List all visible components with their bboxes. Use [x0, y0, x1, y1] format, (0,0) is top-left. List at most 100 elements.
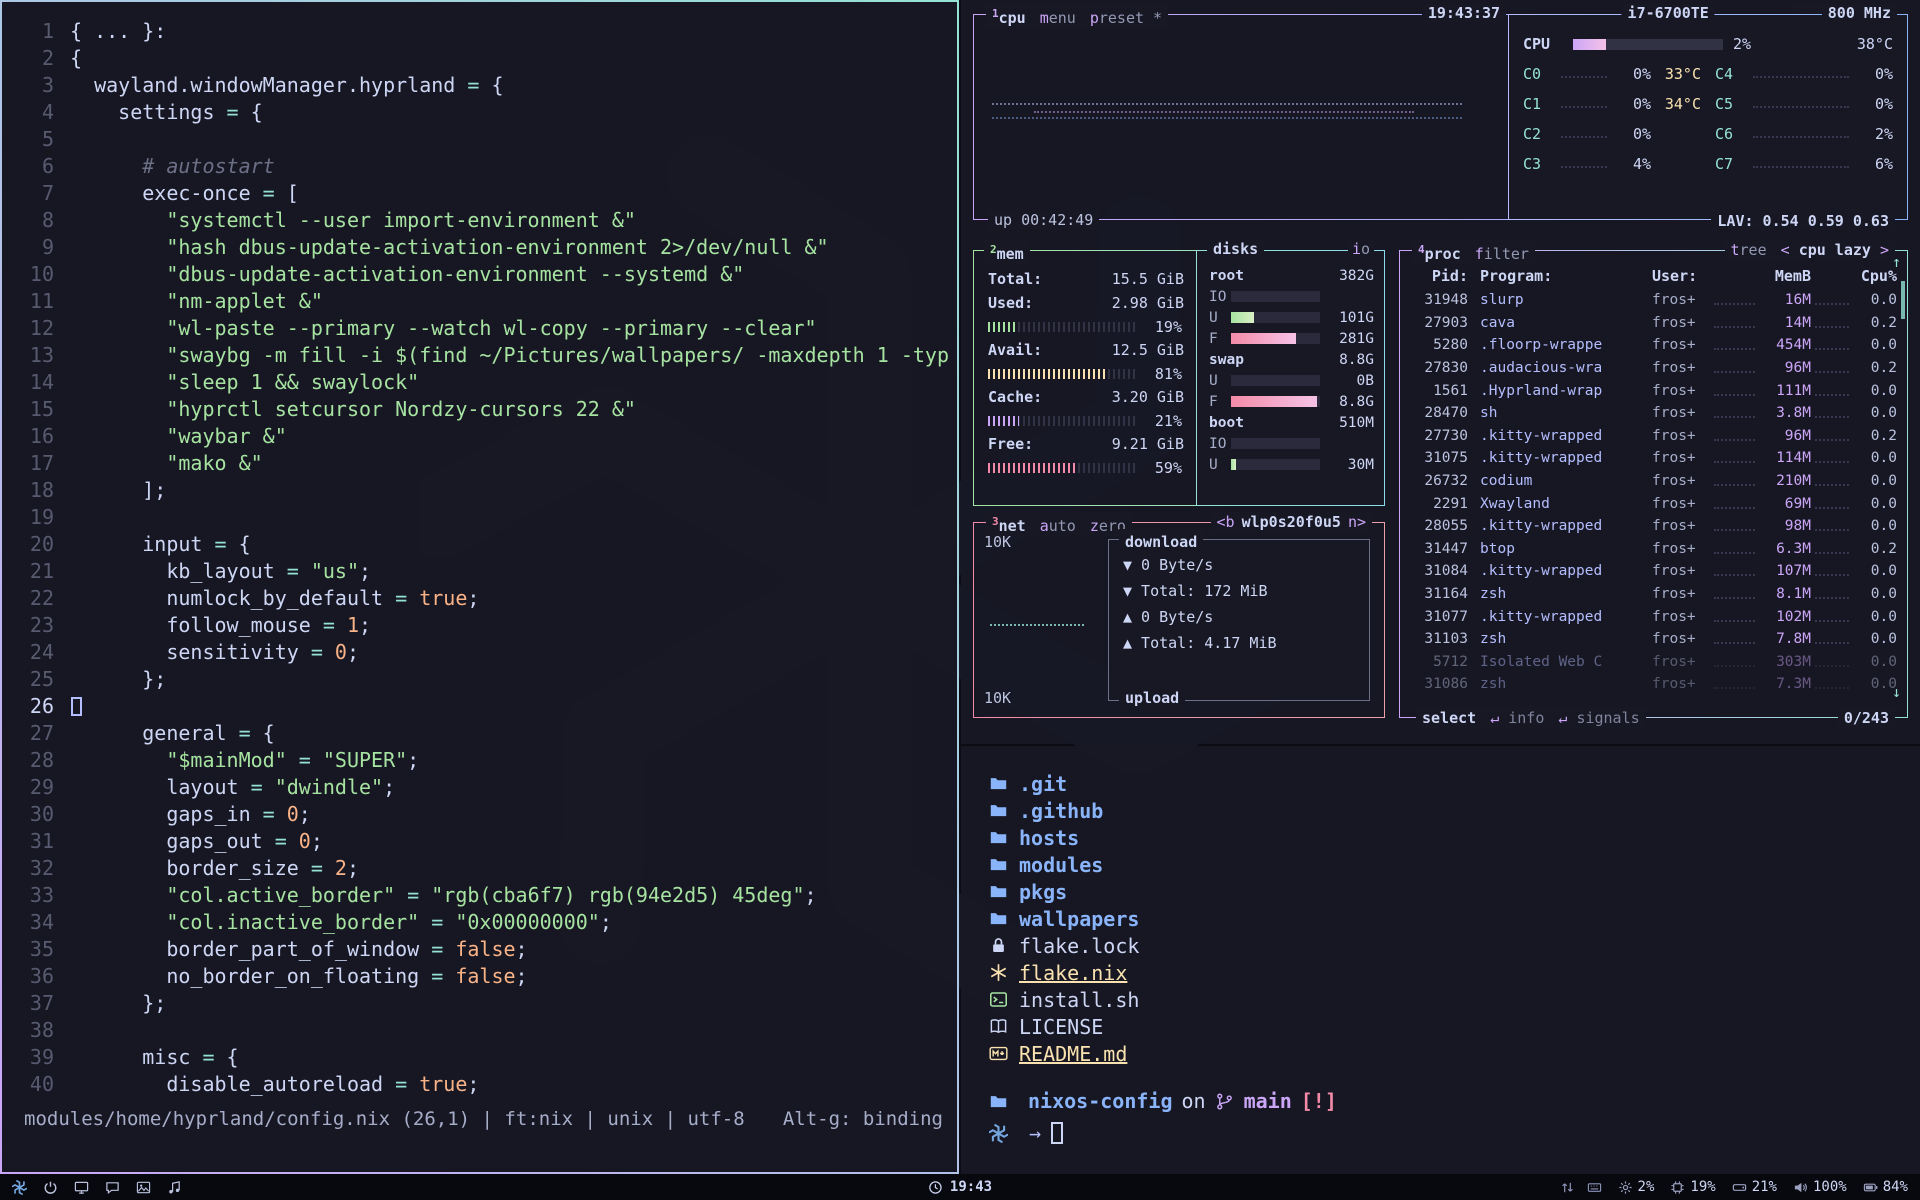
editor-line[interactable]: 25 }; — [12, 666, 951, 693]
process-row[interactable]: 31447btopfros+6.3M0.2 — [1412, 538, 1897, 561]
volume-widget[interactable]: 100% — [1793, 1179, 1847, 1195]
editor-line[interactable]: 1{ ... }: — [12, 18, 951, 45]
scroll-up-indicator[interactable]: ↑ — [1892, 253, 1901, 271]
editor-line[interactable]: 30 gaps_in = 0; — [12, 801, 951, 828]
editor-line[interactable]: 3 wayland.windowManager.hyprland = { — [12, 72, 951, 99]
line-number: 6 — [12, 153, 54, 180]
cpu-usage-widget[interactable]: 2% — [1618, 1179, 1655, 1195]
process-row[interactable]: 31075.kitty-wrappedfros+114M0.0 — [1412, 447, 1897, 470]
editor-line[interactable]: 36 no_border_on_floating = false; — [12, 963, 951, 990]
editor-line[interactable]: 20 input = { — [12, 531, 951, 558]
speaker-icon — [1793, 1180, 1808, 1195]
editor-line[interactable]: 27 general = { — [12, 720, 951, 747]
chat-icon[interactable] — [105, 1180, 120, 1195]
process-row[interactable]: 27730.kitty-wrappedfros+96M0.2 — [1412, 425, 1897, 448]
process-row[interactable]: 5712Isolated Web Cfros+303M0.0 — [1412, 651, 1897, 674]
editor-line[interactable]: 18 ]; — [12, 477, 951, 504]
editor-line[interactable]: 32 border_size = 2; — [12, 855, 951, 882]
process-row[interactable]: 28470shfros+3.8M0.0 — [1412, 402, 1897, 425]
disk-usage-widget[interactable]: 21% — [1732, 1179, 1777, 1195]
editor-line[interactable]: 23 follow_mouse = 1; — [12, 612, 951, 639]
editor-line[interactable]: 33 "col.active_border" = "rgb(cba6f7) rg… — [12, 882, 951, 909]
process-row[interactable]: 27903cavafros+14M0.2 — [1412, 312, 1897, 335]
editor-line[interactable]: 7 exec-once = [ — [12, 180, 951, 207]
process-row[interactable]: 31948slurpfros+16M0.0 — [1412, 289, 1897, 312]
net-prev-interface-button[interactable]: <b — [1217, 512, 1235, 532]
code-text: wayland.windowManager.hyprland = { — [70, 72, 504, 99]
editor-line[interactable]: 8 "systemctl --user import-environment &… — [12, 207, 951, 234]
editor-line[interactable]: 10 "dbus-update-activation-environment -… — [12, 261, 951, 288]
footer-signals-button[interactable]: ↵ signals — [1558, 708, 1639, 728]
scroll-down-indicator[interactable]: ↓ — [1892, 683, 1901, 701]
editor-line[interactable]: 12 "wl-paste --primary --watch wl-copy -… — [12, 315, 951, 342]
filter-button[interactable]: filter — [1475, 244, 1529, 264]
editor-line[interactable]: 11 "nm-applet &" — [12, 288, 951, 315]
display-icon[interactable] — [74, 1180, 89, 1195]
battery-widget[interactable]: 84% — [1863, 1179, 1908, 1195]
menu-button[interactable]: menu — [1040, 8, 1076, 28]
process-row[interactable]: 2291Xwaylandfros+69M0.0 — [1412, 492, 1897, 515]
editor-line[interactable]: 14 "sleep 1 && swaylock" — [12, 369, 951, 396]
nixos-menu-icon[interactable] — [12, 1180, 27, 1195]
editor-line[interactable]: 19 — [12, 504, 951, 531]
editor-window[interactable]: 1{ ... }:2{3 wayland.windowManager.hyprl… — [0, 0, 959, 1174]
editor-line[interactable]: 2{ — [12, 45, 951, 72]
prompt-input-line[interactable]: → — [989, 1119, 1892, 1147]
process-row[interactable]: 27830.audacious-wrafros+96M0.2 — [1412, 357, 1897, 380]
editor-line[interactable]: 16 "waybar &" — [12, 423, 951, 450]
preset-button[interactable]: preset * — [1090, 8, 1162, 28]
footer-select-button[interactable]: select — [1422, 708, 1476, 728]
cpu-total-row: CPU 2% 38°C — [1523, 29, 1893, 59]
sort-prev-button[interactable]: < — [1781, 241, 1790, 259]
editor-line[interactable]: 6 # autostart — [12, 153, 951, 180]
editor-line[interactable]: 21 kb_layout = "us"; — [12, 558, 951, 585]
btop-window[interactable]: 1cpu menu preset * 19:43:37 - 500ms + up… — [961, 0, 1920, 744]
disks-io-toggle[interactable]: io — [1348, 240, 1374, 258]
editor-line[interactable]: 29 layout = "dwindle"; — [12, 774, 951, 801]
clock-widget[interactable]: 19:43 — [928, 1179, 992, 1195]
network-interface: wlp0s20f0u5 — [1242, 512, 1341, 532]
screenshot-icon[interactable] — [136, 1180, 151, 1195]
editor-line[interactable]: 28 "$mainMod" = "SUPER"; — [12, 747, 951, 774]
process-row[interactable]: 31164zshfros+8.1M0.0 — [1412, 583, 1897, 606]
process-row[interactable]: 1561.Hyprland-wrapfros+111M0.0 — [1412, 379, 1897, 402]
editor-line[interactable]: 40 disable_autoreload = true; — [12, 1071, 951, 1098]
editor-line[interactable]: 31 gaps_out = 0; — [12, 828, 951, 855]
music-player-icon[interactable] — [167, 1180, 182, 1195]
editor-line[interactable]: 17 "mako &" — [12, 450, 951, 477]
net-next-interface-button[interactable]: n> — [1348, 512, 1366, 532]
sort-next-button[interactable]: > — [1880, 241, 1889, 259]
net-auto-button[interactable]: auto — [1040, 516, 1076, 536]
editor-line[interactable]: 5 — [12, 126, 951, 153]
editor-line[interactable]: 24 sensitivity = 0; — [12, 639, 951, 666]
editor-line[interactable]: 26 — [12, 693, 951, 720]
keyboard-layout-icon[interactable] — [1587, 1180, 1602, 1195]
editor-line[interactable]: 15 "hyprctl setcursor Nordzy-cursors 22 … — [12, 396, 951, 423]
editor-line[interactable]: 35 border_part_of_window = false; — [12, 936, 951, 963]
footer-info-button[interactable]: ↵ info — [1490, 708, 1544, 728]
process-scrollbar[interactable] — [1901, 281, 1905, 319]
editor-line[interactable]: 22 numlock_by_default = true; — [12, 585, 951, 612]
editor-line[interactable]: 38 — [12, 1017, 951, 1044]
memory-usage-widget[interactable]: 19% — [1670, 1179, 1715, 1195]
terminal-window[interactable]: .git.githubhostsmodulespkgswallpapersfla… — [961, 746, 1920, 1174]
editor-line[interactable]: 9 "hash dbus-update-activation-environme… — [12, 234, 951, 261]
editor-line[interactable]: 37 }; — [12, 990, 951, 1017]
drive-icon — [1732, 1180, 1747, 1195]
editor-line[interactable]: 4 settings = { — [12, 99, 951, 126]
process-row[interactable]: 31103zshfros+7.8M0.0 — [1412, 628, 1897, 651]
power-icon[interactable] — [43, 1180, 58, 1195]
process-row[interactable]: 31086zshfros+7.3M0.0 — [1412, 673, 1897, 696]
editor-line[interactable]: 34 "col.inactive_border" = "0x00000000"; — [12, 909, 951, 936]
network-traffic-icon[interactable] — [1560, 1180, 1575, 1195]
editor-line[interactable]: 39 misc = { — [12, 1044, 951, 1071]
process-row[interactable]: 5280.floorp-wrappefros+454M0.0 — [1412, 334, 1897, 357]
tree-toggle-button[interactable]: tree — [1731, 240, 1767, 260]
process-row[interactable]: 31084.kitty-wrappedfros+107M0.0 — [1412, 560, 1897, 583]
statusline-file-info: modules/home/hyprland/config.nix (26,1) … — [24, 1108, 745, 1130]
process-row[interactable]: 28055.kitty-wrappedfros+98M0.0 — [1412, 515, 1897, 538]
editor-line[interactable]: 13 "swaybg -m fill -i $(find ~/Pictures/… — [12, 342, 951, 369]
process-row[interactable]: 26732codiumfros+210M0.0 — [1412, 470, 1897, 493]
process-row[interactable]: 31077.kitty-wrappedfros+102M0.0 — [1412, 605, 1897, 628]
code-text: kb_layout = "us"; — [70, 558, 371, 585]
